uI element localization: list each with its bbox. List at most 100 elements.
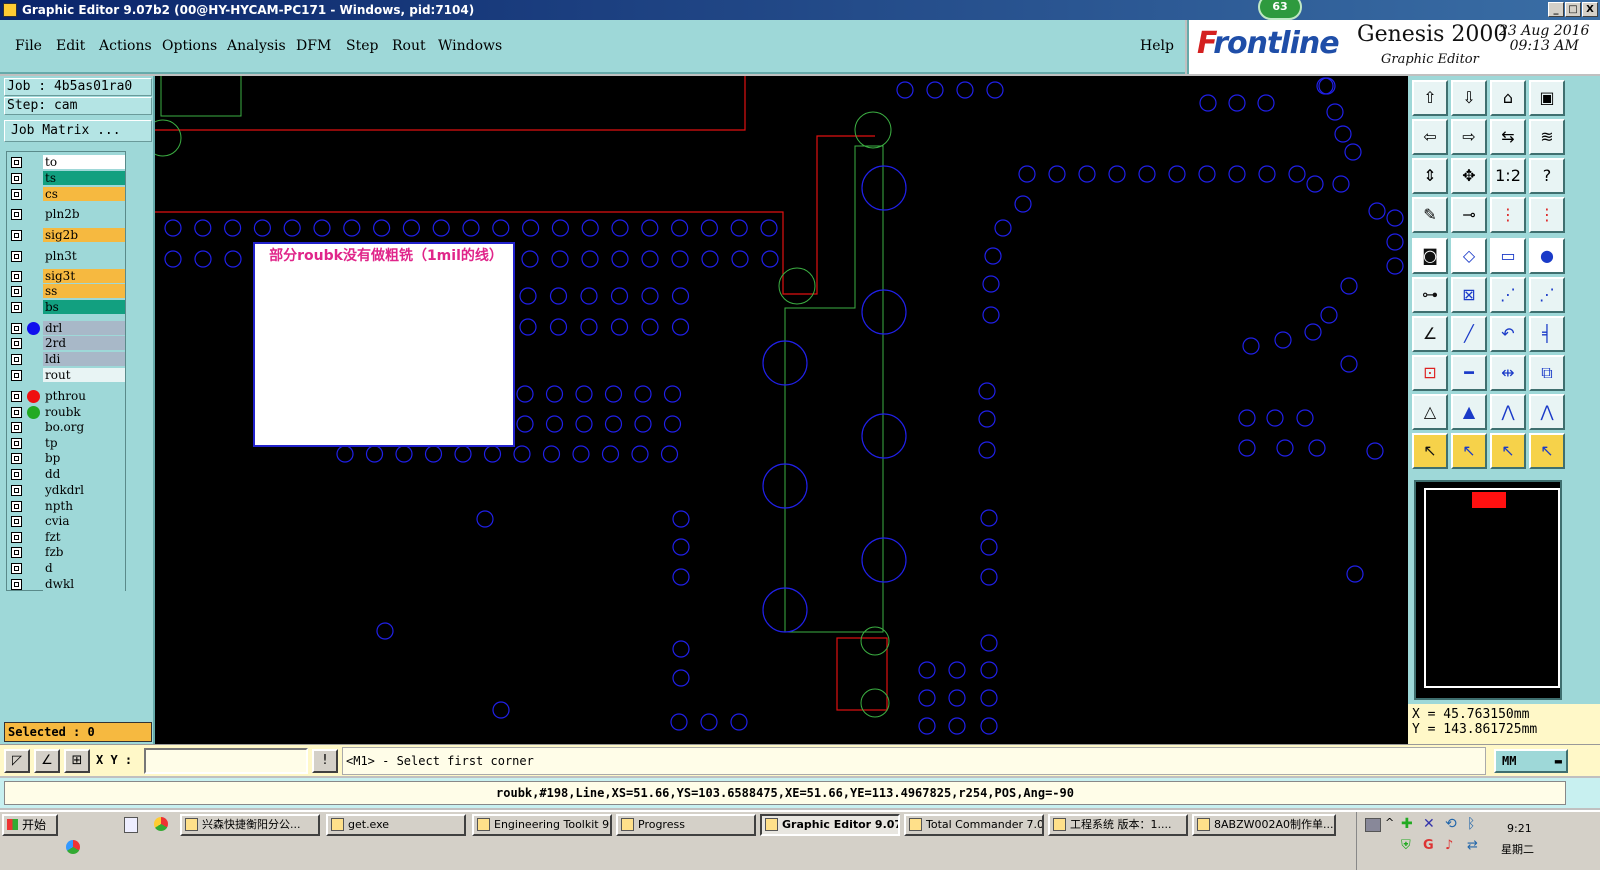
snap-icon[interactable]: ◸	[4, 749, 30, 773]
layer-name[interactable]: fzt	[43, 530, 125, 544]
menu-step[interactable]: Step	[346, 38, 378, 54]
group-icon[interactable]: ⧉	[1529, 355, 1565, 391]
layer-name[interactable]: 2rd	[43, 336, 125, 350]
task-item[interactable]: 工程系统 版本：1....	[1048, 814, 1188, 836]
layer-row-tp[interactable]: tp	[9, 436, 125, 451]
layer-name[interactable]: roubk	[43, 405, 125, 419]
layer-name[interactable]: sig3t	[43, 269, 125, 283]
layer-checkbox[interactable]	[11, 286, 22, 297]
shape-icon[interactable]: ◇	[1451, 238, 1487, 274]
layer-name[interactable]: dd	[43, 467, 125, 481]
menu-rout[interactable]: Rout	[392, 38, 426, 54]
slash-icon[interactable]: ╱	[1451, 316, 1487, 352]
pad-icon[interactable]: ●	[1529, 238, 1565, 274]
layer-name[interactable]: npth	[43, 499, 125, 513]
pin-icon[interactable]: ⊸	[1451, 197, 1487, 233]
layer-row-pthrou[interactable]: pthrou	[9, 389, 125, 404]
layer-row-roubk[interactable]: roubk	[9, 405, 125, 420]
select-red-icon[interactable]: ⊡	[1412, 355, 1448, 391]
start-button[interactable]: 开始	[2, 814, 58, 836]
layer-row-sig3t[interactable]: sig3t	[9, 269, 125, 284]
layer-checkbox[interactable]	[11, 251, 22, 262]
input-icon[interactable]: ⇄	[1467, 838, 1478, 853]
layer-row-pln2b[interactable]: pln2b	[9, 207, 125, 222]
ruler-icon[interactable]: ▭	[1490, 238, 1526, 274]
net-red-icon[interactable]: ⋮	[1490, 197, 1526, 233]
layer-row-d[interactable]: d	[9, 561, 125, 576]
menu-actions[interactable]: Actions	[99, 38, 152, 54]
menu-edit[interactable]: Edit	[56, 38, 85, 54]
layers-icon[interactable]: ≋	[1529, 119, 1565, 155]
overview-viewport[interactable]	[1472, 492, 1506, 508]
layer-checkbox[interactable]	[11, 157, 22, 168]
alert-icon[interactable]: !	[312, 749, 338, 773]
antivirus-icon[interactable]: G	[1423, 838, 1434, 853]
layer-checkbox[interactable]	[11, 338, 22, 349]
menu-options[interactable]: Options	[162, 38, 217, 54]
job-matrix-button[interactable]: Job Matrix ...	[4, 120, 152, 142]
arrow3-icon[interactable]: ↖	[1490, 433, 1526, 469]
task-item[interactable]: 兴森快捷衡阳分公...	[180, 814, 320, 836]
clock-day[interactable]: 星期二	[1501, 841, 1534, 857]
camera-icon[interactable]: ◙	[1412, 238, 1448, 274]
fit-icon[interactable]: ⇕	[1412, 158, 1448, 194]
help-icon[interactable]: ?	[1529, 158, 1565, 194]
layer-name[interactable]: fzb	[43, 545, 125, 559]
layer-name[interactable]: bo.org	[43, 420, 125, 434]
undo-icon[interactable]: ↶	[1490, 316, 1526, 352]
bluetooth-icon[interactable]: ᛒ	[1467, 816, 1475, 832]
pan-right-icon[interactable]: ⇨	[1451, 119, 1487, 155]
printer-icon[interactable]	[1365, 818, 1381, 832]
annotation-note[interactable]: 部分roubk没有做粗铣（1mil的线）	[253, 242, 515, 447]
measure-icon[interactable]: ✎	[1412, 197, 1448, 233]
layer-row-drl[interactable]: drl	[9, 321, 125, 336]
layer-checkbox[interactable]	[11, 302, 22, 313]
menu-dfm[interactable]: DFM	[296, 38, 331, 54]
quicklaunch-icon[interactable]	[66, 840, 80, 854]
layer-checkbox[interactable]	[11, 422, 22, 433]
layer-name[interactable]: bs	[43, 300, 125, 314]
layer-checkbox[interactable]	[11, 469, 22, 480]
menu-help[interactable]: Help	[1140, 38, 1174, 54]
layer-name[interactable]: ldi	[43, 352, 125, 366]
layer-name[interactable]: tp	[43, 436, 125, 450]
layer-checkbox[interactable]	[11, 209, 22, 220]
shield-icon[interactable]: ⛨	[1401, 838, 1411, 853]
layer-row-ydkdrl[interactable]: ydkdrl	[9, 483, 125, 498]
xy-input[interactable]	[144, 748, 308, 774]
net-red2-icon[interactable]: ⋮	[1529, 197, 1565, 233]
layer-row-cvia[interactable]: cvia	[9, 514, 125, 529]
layer-checkbox[interactable]	[11, 230, 22, 241]
layer-row-cs[interactable]: cs	[9, 187, 125, 202]
overview-map[interactable]	[1414, 480, 1562, 700]
sync-icon[interactable]: ⟲	[1445, 816, 1457, 832]
node-icon[interactable]: ⋰	[1490, 277, 1526, 313]
task-item[interactable]: Total Commander 7.0 ...	[904, 814, 1044, 836]
layer-row-dwkl[interactable]: dwkl	[9, 577, 125, 592]
layer-checkbox[interactable]	[11, 579, 22, 590]
layer-row-bo-org[interactable]: bo.org	[9, 420, 125, 435]
menu-analysis[interactable]: Analysis	[227, 38, 286, 54]
arc4-icon[interactable]: ⋀	[1529, 394, 1565, 430]
layer-checkbox[interactable]	[11, 532, 22, 543]
layer-checkbox[interactable]	[11, 453, 22, 464]
arrow-icon[interactable]: ↖	[1412, 433, 1448, 469]
layer-checkbox[interactable]	[11, 323, 22, 334]
layer-name[interactable]: pln2b	[43, 207, 125, 221]
layer-checkbox[interactable]	[11, 271, 22, 282]
layer-name[interactable]: ydkdrl	[43, 483, 125, 497]
center-icon[interactable]: ✥	[1451, 158, 1487, 194]
chevron-up-icon[interactable]: ^	[1385, 816, 1394, 829]
task-item[interactable]: 8ABZW002A0制作单....	[1192, 814, 1336, 836]
layer-row-fzt[interactable]: fzt	[9, 530, 125, 545]
swap-icon[interactable]: ⇆	[1490, 119, 1526, 155]
arc2-icon[interactable]: ▲	[1451, 394, 1487, 430]
layer-checkbox[interactable]	[11, 173, 22, 184]
close-button[interactable]: X	[1582, 2, 1598, 17]
line-icon[interactable]: ∠	[1412, 316, 1448, 352]
layer-checkbox[interactable]	[11, 391, 22, 402]
layer-row-ss[interactable]: ss	[9, 284, 125, 299]
layer-row-pln3t[interactable]: pln3t	[9, 249, 125, 264]
chrome-icon[interactable]	[154, 817, 168, 831]
volume-icon[interactable]: ♪	[1445, 838, 1453, 853]
